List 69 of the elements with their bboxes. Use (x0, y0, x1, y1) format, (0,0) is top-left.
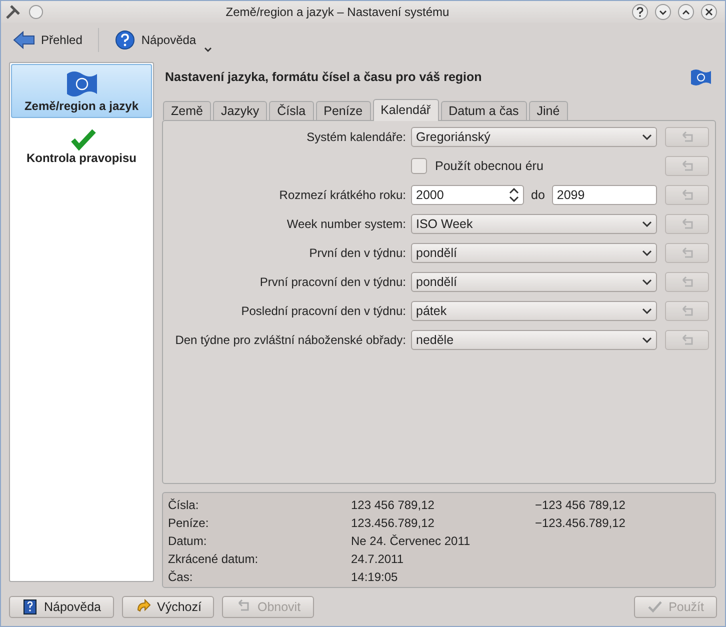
field-label: Rozmezí krátkého roku: (279, 188, 406, 202)
field-label: První den v týdnu: (309, 246, 406, 260)
chevron-down-icon (642, 134, 652, 140)
page-heading: Nastavení jazyka, formátu čísel a času pro váš region (165, 68, 482, 86)
flag-icon (690, 68, 712, 86)
defaults-button[interactable]: Výchozí (122, 596, 214, 618)
preview-value: −123.456.789,12 (535, 515, 626, 532)
dropdown[interactable]: ISO Week (411, 214, 657, 234)
checkbox-label: Použít obecnou éru (435, 158, 544, 175)
tools-icon[interactable] (5, 4, 21, 20)
preview-label: Zkrácené datum: (168, 552, 258, 566)
tab[interactable]: Jazyky (212, 101, 268, 120)
field-label: Systém kalendáře: (306, 130, 406, 144)
chevron-down-icon (642, 337, 652, 343)
arrow-left-icon (13, 31, 35, 49)
check-icon (646, 599, 663, 615)
preview-label: Čas: (168, 570, 193, 584)
field-label: Den týdne pro zvláštní náboženské obřady: (175, 333, 406, 347)
preview-label: Čísla: (168, 498, 199, 512)
tab[interactable]: Jiné (528, 101, 568, 120)
pin-button[interactable] (29, 5, 43, 19)
flag-icon (64, 69, 98, 97)
chevron-down-icon (642, 279, 652, 285)
tab[interactable]: Peníze (316, 101, 371, 120)
spin-arrows-icon (509, 188, 519, 202)
preview-value: 123.456.789,12 (351, 516, 434, 530)
help-button[interactable]: Nápověda (9, 596, 114, 618)
dropdown[interactable]: pátek (411, 301, 657, 321)
spin-box[interactable]: 2000 (411, 185, 524, 205)
chevron-down-icon (659, 10, 667, 14)
dropdown[interactable]: neděle (411, 330, 657, 350)
preview-value: Ne 24. Červenec 2011 (351, 534, 470, 548)
close-button[interactable] (701, 4, 717, 20)
text-field[interactable]: 2099 (552, 185, 657, 205)
question-icon (636, 7, 644, 17)
preview-value: −123 456 789,12 (535, 497, 626, 514)
preview-label: Datum: (168, 534, 207, 548)
preview-value: 24.7.2011 (351, 552, 404, 566)
window-title: Země/region a jazyk – Nastavení systému (224, 4, 450, 21)
dropdown[interactable]: Gregoriánský (411, 127, 657, 147)
close-icon (705, 8, 713, 16)
chevron-down-icon (642, 221, 652, 227)
tab[interactable]: Země (163, 101, 211, 120)
chevron-down-icon (642, 308, 652, 314)
separator-label: do (531, 186, 545, 204)
chevron-down-icon (204, 46, 212, 52)
preview-value: 123 456 789,12 (351, 498, 434, 512)
maximize-button[interactable] (678, 4, 694, 20)
field-label: První pracovní den v týdnu: (260, 275, 406, 289)
tab[interactable]: Kalendář (372, 99, 439, 121)
sidebar-item[interactable]: Kontrola pravopisu (11, 118, 152, 170)
help-icon (115, 30, 136, 50)
back-button[interactable]: Přehled (9, 26, 86, 54)
tab[interactable]: Datum a čas (440, 101, 527, 120)
chevron-down-icon (642, 250, 652, 256)
field-label: Poslední pracovní den v týdnu: (241, 304, 406, 318)
checkbox[interactable] (411, 158, 427, 174)
tab[interactable]: Čísla (269, 101, 314, 120)
preview-label: Peníze: (168, 516, 209, 530)
dropdown[interactable]: pondělí (411, 243, 657, 263)
dropdown[interactable]: pondělí (411, 272, 657, 292)
sidebar-item[interactable]: Země/region a jazyk (11, 64, 152, 118)
help-button[interactable]: Nápověda (111, 26, 200, 54)
field-label: Week number system: (286, 217, 406, 231)
help-button[interactable] (632, 4, 648, 20)
preview-value: 14:19:05 (351, 570, 398, 584)
chevron-up-icon (682, 10, 690, 14)
minimize-button[interactable] (655, 4, 671, 20)
book-icon (22, 599, 38, 615)
